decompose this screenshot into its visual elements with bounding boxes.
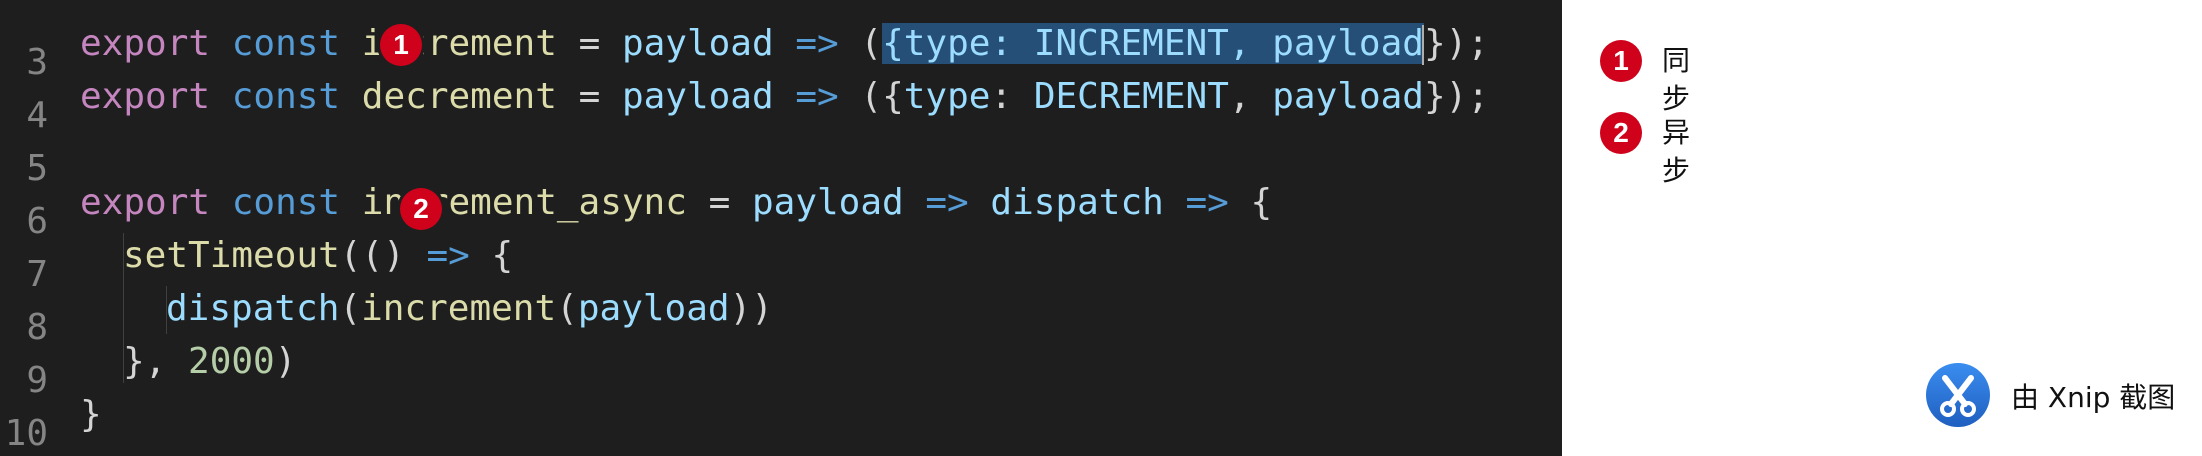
arrow-operator: => [795,23,839,64]
property-key: type [903,76,991,117]
operator: = [578,76,601,117]
keyword-export: export [80,182,211,223]
legend-marker: 2 [1600,112,1642,154]
punctuation: ( [339,288,362,329]
punctuation: (() [339,235,427,276]
parameter: payload [751,182,904,223]
punctuation: ({ [860,76,904,117]
arrow-operator: => [426,235,470,276]
property-shorthand: payload [1272,76,1424,117]
punctuation: )) [729,288,773,329]
watermark-text: 由 Xnip 截图 [2011,381,2176,414]
code-line-4[interactable]: 4 export const decrement = payload => ({… [0,70,1562,136]
function-call: increment [361,288,557,329]
selected-text[interactable]: {type: INCREMENT, payload [882,23,1424,64]
punctuation: ) [274,341,297,382]
indent-guide [166,286,167,334]
code-line-7[interactable]: 7 setTimeout(() => { [0,229,1562,295]
line-code[interactable]: export const increment = payload => ({ty… [80,17,1489,70]
code-line-9[interactable]: 9 }, 2000) [0,335,1562,401]
legend-label: 异步 [1662,116,1691,187]
keyword-const: const [231,76,341,117]
operator: = [578,23,601,64]
punctuation: : [990,76,1034,117]
punctuation: }, [123,341,189,382]
code-line-6[interactable]: 6 export const increment_async = payload… [0,176,1562,242]
punctuation: { [469,235,514,276]
number-literal: 2000 [188,341,275,382]
arrow-operator: => [1185,182,1229,223]
punctuation: }); [1423,76,1489,117]
annotation-marker-1: 1 [380,24,422,66]
function-name: decrement [361,76,557,117]
constant-name: DECREMENT [1033,76,1229,117]
punctuation: , [1228,76,1273,117]
punctuation: { [1250,182,1273,223]
punctuation: ( [860,23,883,64]
annotation-marker-2: 2 [400,188,442,230]
line-code[interactable]: export const decrement = payload => ({ty… [80,70,1489,123]
parameter: payload [621,23,774,64]
xnip-scissors-icon [1926,363,1990,427]
indent-guide [123,233,124,383]
line-code[interactable]: dispatch(increment(payload)) [166,282,773,335]
punctuation: } [80,394,102,435]
line-code[interactable]: } [80,388,102,441]
code-line-3[interactable]: 3 export const increment = payload => ({… [0,17,1562,83]
keyword-export: export [80,76,211,117]
parameter: dispatch [990,182,1164,223]
keyword-export: export [80,23,211,64]
line-code[interactable]: export const increment_async = payload =… [80,176,1272,229]
punctuation: ( [556,288,578,329]
arrow-operator: => [925,182,969,223]
punctuation: }); [1423,23,1489,64]
legend-label: 同步 [1662,44,1691,115]
function-call: setTimeout [123,235,340,276]
argument: payload [577,288,730,329]
legend-marker: 1 [1600,40,1642,82]
operator: = [708,182,731,223]
line-code[interactable]: }, 2000) [123,335,296,388]
keyword-const: const [231,182,341,223]
keyword-const: const [231,23,341,64]
code-line-10[interactable]: 10 } [0,388,1562,454]
parameter: payload [621,76,774,117]
line-code[interactable]: setTimeout(() => { [123,229,513,282]
line-number: 10 [4,413,48,454]
code-editor[interactable]: 3 export const increment = payload => ({… [0,0,1562,456]
function-call: dispatch [166,288,340,329]
code-line-8[interactable]: 8 dispatch(increment(payload)) [0,282,1562,348]
code-line-5[interactable]: 5 [0,123,1562,189]
arrow-operator: => [795,76,839,117]
